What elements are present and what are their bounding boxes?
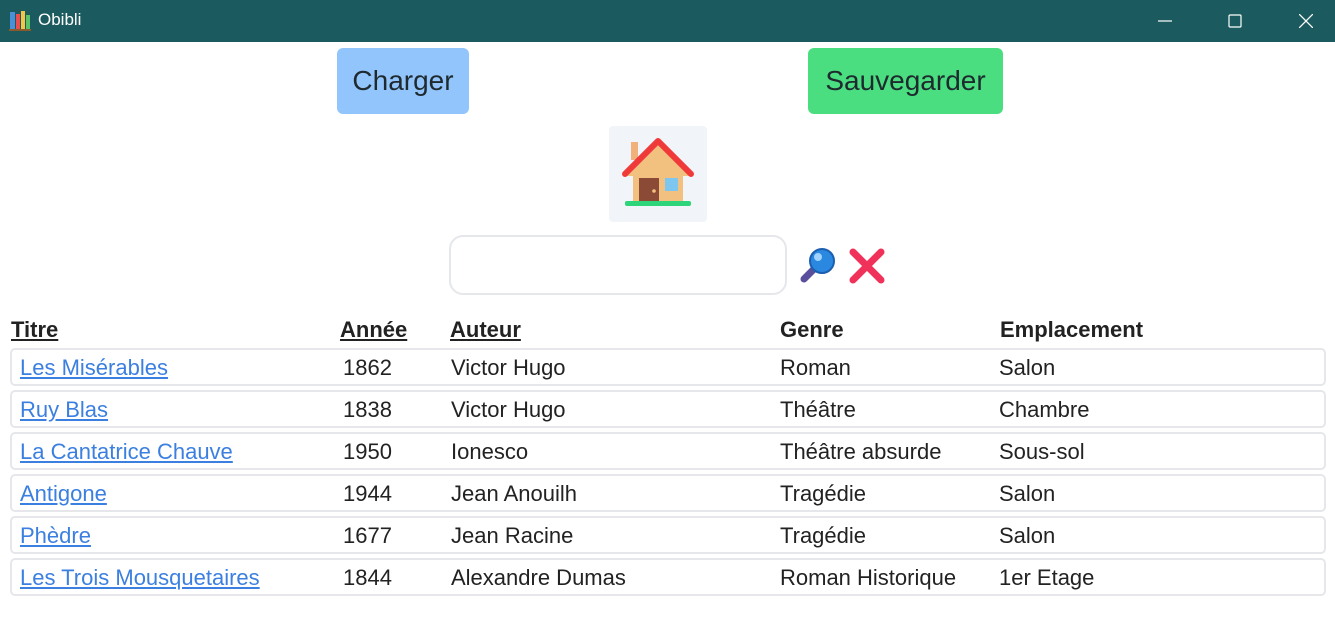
clear-search-button[interactable] xyxy=(848,247,886,285)
header-year[interactable]: Année xyxy=(340,317,407,343)
maximize-icon xyxy=(1228,14,1242,28)
magnifier-icon xyxy=(800,248,835,283)
book-location: Salon xyxy=(999,523,1056,548)
header-location: Emplacement xyxy=(1000,317,1144,342)
title-bar: Obibli xyxy=(0,0,1335,42)
book-year: 1950 xyxy=(343,439,392,464)
close-button[interactable] xyxy=(1283,0,1329,42)
table-row: Antigone 1944 Jean Anouilh Tragédie Salo… xyxy=(10,474,1326,512)
book-genre: Roman xyxy=(780,355,851,380)
table-row: Phèdre 1677 Jean Racine Tragédie Salon xyxy=(10,516,1326,554)
save-button[interactable]: Sauvegarder xyxy=(808,48,1003,114)
book-location: Salon xyxy=(999,481,1056,506)
book-title-link[interactable]: Ruy Blas xyxy=(20,392,108,428)
book-genre: Théâtre xyxy=(780,397,856,422)
book-title-link[interactable]: Les Misérables xyxy=(20,350,168,386)
book-author: Jean Racine xyxy=(451,523,574,548)
book-year: 1944 xyxy=(343,481,392,506)
book-author: Jean Anouilh xyxy=(451,481,577,506)
table-row: Ruy Blas 1838 Victor Hugo Théâtre Chambr… xyxy=(10,390,1326,428)
book-title-link[interactable]: Phèdre xyxy=(20,518,91,554)
book-genre: Tragédie xyxy=(780,481,867,506)
search-button[interactable] xyxy=(798,245,838,285)
book-genre: Roman Historique xyxy=(780,565,957,590)
minimize-button[interactable] xyxy=(1142,0,1188,42)
header-title[interactable]: Titre xyxy=(11,317,58,343)
home-button[interactable] xyxy=(609,126,707,222)
table-row: Les Misérables 1862 Victor Hugo Roman Sa… xyxy=(10,348,1326,386)
book-year: 1677 xyxy=(343,523,392,548)
window-title: Obibli xyxy=(38,10,82,29)
minimize-icon xyxy=(1158,20,1172,22)
book-location: 1er Etage xyxy=(999,565,1095,590)
book-year: 1838 xyxy=(343,397,392,422)
house-icon xyxy=(622,138,694,206)
maximize-button[interactable] xyxy=(1212,0,1258,42)
search-input[interactable] xyxy=(449,235,787,295)
header-genre: Genre xyxy=(780,317,844,342)
table-row: Les Trois Mousquetaires 1844 Alexandre D… xyxy=(10,558,1326,596)
book-year: 1844 xyxy=(343,565,392,590)
book-author: Victor Hugo xyxy=(451,397,566,422)
book-author: Ionesco xyxy=(451,439,529,464)
book-location: Chambre xyxy=(999,397,1090,422)
close-icon xyxy=(1299,14,1313,28)
book-title-link[interactable]: La Cantatrice Chauve xyxy=(20,434,233,470)
book-title-link[interactable]: Les Trois Mousquetaires xyxy=(20,560,260,596)
book-location: Sous-sol xyxy=(999,439,1085,464)
cross-icon xyxy=(849,248,885,284)
books-icon xyxy=(9,9,31,31)
load-button[interactable]: Charger xyxy=(337,48,469,114)
header-author[interactable]: Auteur xyxy=(450,317,521,343)
book-genre: Théâtre absurde xyxy=(780,439,942,464)
book-author: Alexandre Dumas xyxy=(451,565,626,590)
table-row: La Cantatrice Chauve 1950 Ionesco Théâtr… xyxy=(10,432,1326,470)
book-author: Victor Hugo xyxy=(451,355,566,380)
book-title-link[interactable]: Antigone xyxy=(20,476,107,512)
book-year: 1862 xyxy=(343,355,392,380)
book-genre: Tragédie xyxy=(780,523,867,548)
book-location: Salon xyxy=(999,355,1056,380)
